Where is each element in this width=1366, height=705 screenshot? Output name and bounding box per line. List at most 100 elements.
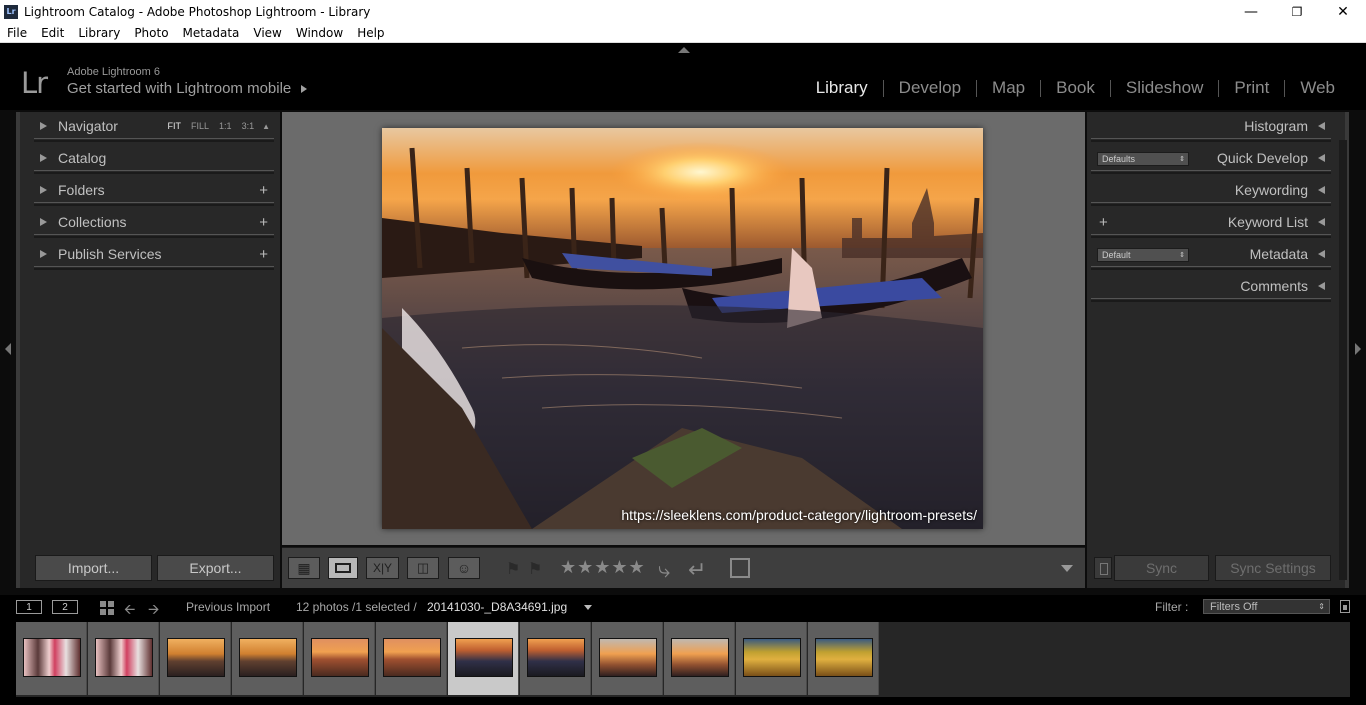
filmstrip-cell[interactable] (232, 622, 303, 695)
toolbar-options-icon[interactable] (1061, 565, 1073, 572)
filmstrip-cell[interactable] (808, 622, 879, 695)
flag-pick-icon[interactable]: ⚑ (506, 559, 520, 578)
menu-help[interactable]: Help (350, 26, 391, 40)
filter-lock-icon[interactable] (1340, 600, 1350, 613)
panel-publish-services[interactable]: Publish Services + (34, 240, 274, 270)
zoom-stepper-icon[interactable]: ▲ (262, 122, 270, 131)
module-book[interactable]: Book (1041, 78, 1110, 98)
module-library[interactable]: Library (801, 78, 883, 98)
panel-folders[interactable]: Folders + (34, 176, 274, 206)
people-view-button[interactable]: ☺ (448, 557, 480, 579)
panel-keywording[interactable]: Keywording (1091, 176, 1331, 206)
filmstrip-cell[interactable] (16, 622, 87, 695)
expand-arrow-icon (40, 122, 47, 130)
navigator-zoom-options: FIT FILL 1:1 3:1 ▲ (158, 121, 270, 131)
chevron-down-icon[interactable] (584, 605, 592, 610)
panel-navigator[interactable]: Navigator FIT FILL 1:1 3:1 ▲ (34, 112, 274, 142)
photo-count: 12 photos /1 selected / (296, 600, 417, 614)
loupe-view-button[interactable] (328, 557, 358, 579)
panel-divider (1091, 298, 1331, 299)
mobile-promo-link[interactable]: Get started with Lightroom mobile (67, 80, 308, 97)
filmstrip-cell[interactable] (664, 622, 735, 695)
thumbnail-image (527, 638, 585, 677)
filmstrip-cell[interactable] (88, 622, 159, 695)
menu-metadata[interactable]: Metadata (176, 26, 247, 40)
forward-arrow-icon[interactable]: 🡪 (148, 599, 159, 623)
panel-catalog[interactable]: Catalog (34, 144, 274, 174)
close-button[interactable]: ✕ (1320, 0, 1366, 23)
filmstrip-cell[interactable] (736, 622, 807, 695)
survey-view-button[interactable]: ◫ (407, 557, 439, 579)
zoom-3-1[interactable]: 3:1 (242, 121, 255, 131)
menu-window[interactable]: Window (289, 26, 350, 40)
menu-view[interactable]: View (246, 26, 288, 40)
rotate-right-icon[interactable]: ↵ (688, 557, 706, 583)
star-rating[interactable]: ★★★★★ (560, 557, 646, 578)
auto-sync-toggle[interactable] (1094, 557, 1112, 579)
panel-divider (34, 266, 274, 267)
filmstrip-cell[interactable] (376, 622, 447, 695)
menu-file[interactable]: File (0, 26, 34, 40)
panel-quick-develop[interactable]: Defaults ⇕ Quick Develop (1091, 144, 1331, 174)
export-button[interactable]: Export... (157, 555, 274, 581)
zoom-fill[interactable]: FILL (191, 121, 209, 131)
add-publish-service-icon[interactable]: + (259, 246, 268, 263)
add-keyword-icon[interactable]: + (1099, 214, 1108, 231)
metadata-preset-select[interactable]: Default ⇕ (1097, 248, 1189, 262)
photo-watermark: https://sleeklens.com/product-category/l… (621, 507, 977, 523)
filter-select[interactable]: Filters Off ⇕ (1203, 599, 1330, 614)
filmstrip-cell[interactable] (304, 622, 375, 695)
add-folder-icon[interactable]: + (259, 182, 268, 199)
panel-histogram[interactable]: Histogram (1091, 112, 1331, 142)
compare-view-button[interactable]: X|Y (366, 557, 399, 579)
main-photo[interactable]: https://sleeklens.com/product-category/l… (382, 128, 983, 529)
module-web[interactable]: Web (1285, 78, 1350, 98)
import-button[interactable]: Import... (35, 555, 152, 581)
zoom-fit[interactable]: FIT (168, 121, 182, 131)
sync-button[interactable]: Sync (1114, 555, 1209, 581)
restore-button[interactable]: ❐ (1274, 0, 1320, 23)
module-print[interactable]: Print (1219, 78, 1284, 98)
filmstrip-source[interactable]: Previous Import (186, 600, 270, 614)
left-panel-toggle-icon[interactable] (5, 343, 11, 355)
back-arrow-icon[interactable]: 🡨 (124, 599, 135, 623)
top-panel-toggle-icon[interactable] (678, 47, 690, 53)
add-collection-icon[interactable]: + (259, 214, 268, 231)
filmstrip-cell[interactable] (160, 622, 231, 695)
module-map[interactable]: Map (977, 78, 1040, 98)
filmstrip-cell[interactable] (520, 622, 591, 695)
module-slideshow[interactable]: Slideshow (1111, 78, 1219, 98)
panel-label: Keyword List (1227, 214, 1308, 230)
flag-reject-icon[interactable]: ⚑ (528, 559, 542, 578)
quick-develop-preset-select[interactable]: Defaults ⇕ (1097, 152, 1189, 166)
sync-settings-button[interactable]: Sync Settings (1215, 555, 1331, 581)
module-develop[interactable]: Develop (884, 78, 976, 98)
panel-comments[interactable]: Comments (1091, 272, 1331, 302)
right-panel-toggle-icon[interactable] (1355, 343, 1361, 355)
crop-overlay-button[interactable] (728, 557, 752, 579)
primary-display-button[interactable]: 1 (16, 600, 42, 614)
grid-view-button[interactable]: ▦ (288, 557, 320, 579)
window-title: Lightroom Catalog - Adobe Photoshop Ligh… (24, 4, 371, 19)
menu-edit[interactable]: Edit (34, 26, 71, 40)
grid-icon[interactable] (100, 601, 114, 615)
rotate-left-icon[interactable]: ⤷ (658, 557, 670, 583)
play-arrow-icon (301, 84, 308, 93)
grid-view-icon: ▦ (297, 559, 311, 576)
selected-filename[interactable]: 20141030-_D8A34691.jpg (427, 600, 567, 614)
collapse-arrow-icon (1318, 218, 1325, 226)
zoom-1-1[interactable]: 1:1 (219, 121, 232, 131)
minimize-button[interactable]: — (1228, 0, 1274, 23)
panel-divider (34, 170, 274, 171)
secondary-display-button[interactable]: 2 (52, 600, 78, 614)
panel-collections[interactable]: Collections + (34, 208, 274, 238)
panel-metadata[interactable]: Default ⇕ Metadata (1091, 240, 1331, 270)
menu-photo[interactable]: Photo (127, 26, 175, 40)
right-panel-scrollbar[interactable] (1339, 140, 1347, 580)
menu-library[interactable]: Library (71, 26, 127, 40)
panel-keyword-list[interactable]: + Keyword List (1091, 208, 1331, 238)
panel-label: Metadata (1249, 246, 1308, 262)
filmstrip-cell[interactable] (592, 622, 663, 695)
lightroom-app-icon: Lr (4, 4, 18, 19)
filmstrip-cell[interactable] (448, 622, 519, 695)
